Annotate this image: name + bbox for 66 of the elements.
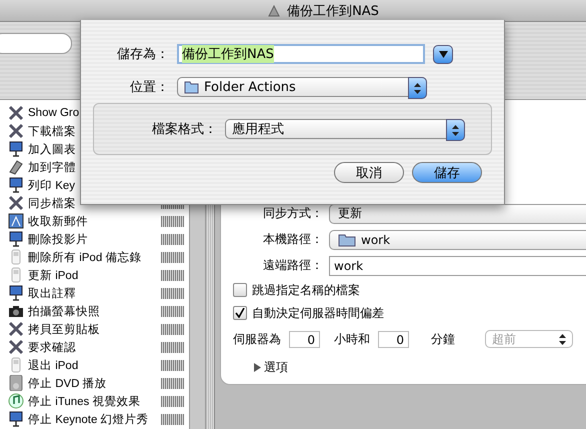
pattern-bar-icon: [161, 234, 184, 244]
stepper-arrows-icon: [414, 82, 421, 94]
action-item[interactable]: 拍攝螢幕快照: [28, 304, 157, 318]
pattern-bar-icon: [161, 342, 184, 352]
pattern-bar-icon: [161, 270, 184, 280]
action-item[interactable]: 刪除所有 iPod 備忘錄: [28, 250, 157, 264]
pattern-bar-icon: [161, 252, 184, 262]
presentation-icon: [8, 141, 24, 157]
checkbox[interactable]: [233, 306, 247, 320]
format-label: 檔案格式：: [151, 121, 218, 138]
location-popup[interactable]: Folder Actions: [177, 77, 427, 97]
folder-icon: [184, 80, 199, 94]
save-button[interactable]: 儲存: [412, 162, 482, 183]
popup-menu[interactable]: work: [329, 230, 586, 250]
checkmark-icon: [235, 308, 245, 318]
action-item[interactable]: 要求確認: [28, 340, 157, 354]
options-label: 選項: [264, 358, 288, 376]
action-item[interactable]: 刪除投影片: [28, 232, 157, 246]
presentation-icon: [8, 177, 24, 193]
action-item[interactable]: 停止 Keynote 幻燈片秀: [28, 412, 157, 426]
checkbox-label: 跳過指定名稱的檔案: [252, 282, 360, 298]
pattern-bar-icon: [161, 378, 184, 388]
presentation-icon: [8, 411, 24, 427]
pattern-bar-icon: [161, 414, 184, 424]
pattern-bar-icon: [161, 306, 184, 316]
hours-label: 小時和: [334, 330, 370, 348]
player-device-icon: [8, 375, 24, 391]
field-label: 本機路徑：: [262, 231, 324, 248]
pattern-bar-icon: [161, 396, 184, 406]
format-popup[interactable]: 應用程式: [225, 119, 465, 139]
expand-button[interactable]: [433, 44, 453, 64]
field-label: 遠端路徑：: [262, 257, 324, 274]
action-item[interactable]: 拷貝至剪貼板: [28, 322, 157, 336]
disclosure-triangle-icon[interactable]: [253, 362, 262, 372]
popup-menu[interactable]: 更新: [329, 204, 586, 224]
presentation-icon: [8, 231, 24, 247]
pattern-bar-icon: [161, 288, 184, 298]
save-as-label: 儲存為：: [116, 46, 170, 63]
down-triangle-icon: [438, 50, 448, 58]
pattern-bar-icon: [161, 360, 184, 370]
action-item[interactable]: 更新 iPod: [28, 268, 157, 282]
location-label: 位置：: [129, 79, 170, 96]
input-field[interactable]: work: [329, 256, 586, 276]
presentation-icon: [8, 285, 24, 301]
cancel-button[interactable]: 取消: [334, 162, 404, 183]
stepper-arrows-icon: [559, 334, 566, 344]
folder-icon: [338, 232, 356, 246]
stepper-arrows-icon: [452, 124, 459, 136]
action-item[interactable]: 收取新郵件: [28, 214, 157, 228]
window-title: 備份工作到NAS: [287, 2, 379, 20]
pattern-bar-icon: [161, 324, 184, 334]
pattern-bar-icon: [161, 216, 184, 226]
action-item[interactable]: 取出註釋: [28, 286, 157, 300]
action-item[interactable]: 退出 iPod: [28, 358, 157, 372]
offset-label: 伺服器為: [233, 330, 281, 348]
search-field[interactable]: [0, 33, 72, 54]
minutes-label: 分鐘: [431, 330, 455, 348]
action-item[interactable]: 停止 iTunes 視覺效果: [28, 394, 157, 408]
file-name-field[interactable]: 備份工作到NAS: [177, 44, 425, 64]
checkbox-label: 自動決定伺服器時間偏差: [252, 304, 384, 322]
field-label: 同步方式：: [262, 205, 324, 222]
checkbox[interactable]: [233, 283, 247, 297]
action-item[interactable]: 停止 DVD 播放: [28, 376, 157, 390]
camera-icon: [8, 303, 24, 319]
hours-field[interactable]: 0: [289, 330, 320, 348]
minutes-field[interactable]: 0: [378, 330, 409, 348]
